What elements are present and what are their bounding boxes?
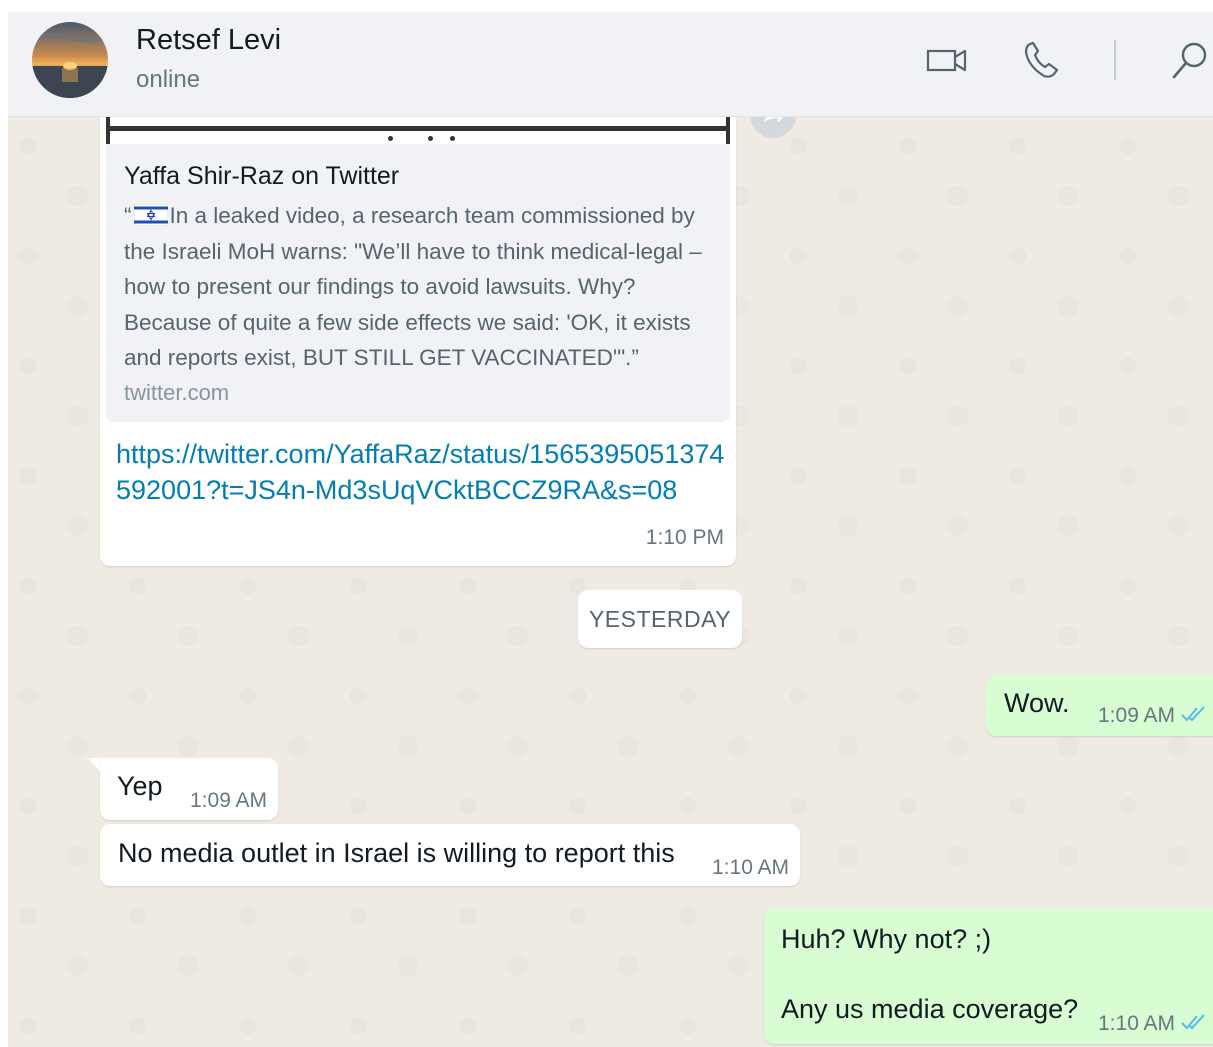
read-receipt-icon	[1181, 706, 1205, 722]
message-text-line2: Any us media coverage?	[781, 994, 1079, 1024]
message-time: 1:10 AM	[712, 856, 790, 879]
avatar[interactable]	[32, 22, 108, 98]
message-time: 1:10 AM	[1098, 1012, 1176, 1035]
message-time: 1:09 AM	[190, 789, 268, 812]
date-separator: YESTERDAY	[578, 590, 742, 648]
link-message-bubble[interactable]: Yaffa Shir-Raz on Twitter “In a leaked v…	[100, 106, 736, 566]
contact-status: online	[136, 66, 201, 93]
israel-flag-icon	[133, 204, 168, 226]
video-call-icon[interactable]	[926, 40, 968, 80]
message-time: 1:10 PM	[645, 526, 724, 549]
incoming-message-bubble[interactable]: No media outlet in Israel is willing to …	[100, 824, 800, 886]
incoming-message-bubble[interactable]: Yep 1:09 AM	[100, 758, 278, 820]
whatsapp-window: Retsef Levi online Yaffa Shir-Raz on Twi…	[8, 12, 1213, 1047]
message-time: 1:09 AM	[1098, 704, 1176, 727]
chat-header: Retsef Levi online	[8, 12, 1213, 117]
link-preview-description: “In a leaked video, a research team comm…	[124, 198, 724, 376]
contact-name[interactable]: Retsef Levi	[136, 24, 281, 57]
read-receipt-icon	[1181, 1014, 1205, 1030]
message-text: No media outlet in Israel is willing to …	[118, 838, 675, 868]
outgoing-message-bubble[interactable]: Wow. 1:09 AM	[986, 676, 1213, 736]
message-link[interactable]: https://twitter.com/YaffaRaz/status/1565…	[116, 436, 726, 508]
message-text: Yep	[117, 771, 163, 801]
quote-open: “	[124, 203, 132, 228]
message-text: Wow.	[1004, 688, 1070, 718]
link-preview-domain: twitter.com	[124, 380, 230, 405]
link-preview-text: In a leaked video, a research team commi…	[124, 203, 702, 370]
chat-area: Yaffa Shir-Raz on Twitter “In a leaked v…	[8, 92, 1213, 1047]
voice-call-icon[interactable]	[1022, 40, 1064, 80]
link-preview-title[interactable]: Yaffa Shir-Raz on Twitter	[124, 162, 399, 191]
outgoing-message-bubble[interactable]: Huh? Why not? ;) Any us media coverage? …	[764, 908, 1213, 1044]
search-icon[interactable]	[1170, 40, 1210, 80]
message-text-line1: Huh? Why not? ;)	[781, 924, 992, 954]
header-divider	[1114, 40, 1116, 80]
